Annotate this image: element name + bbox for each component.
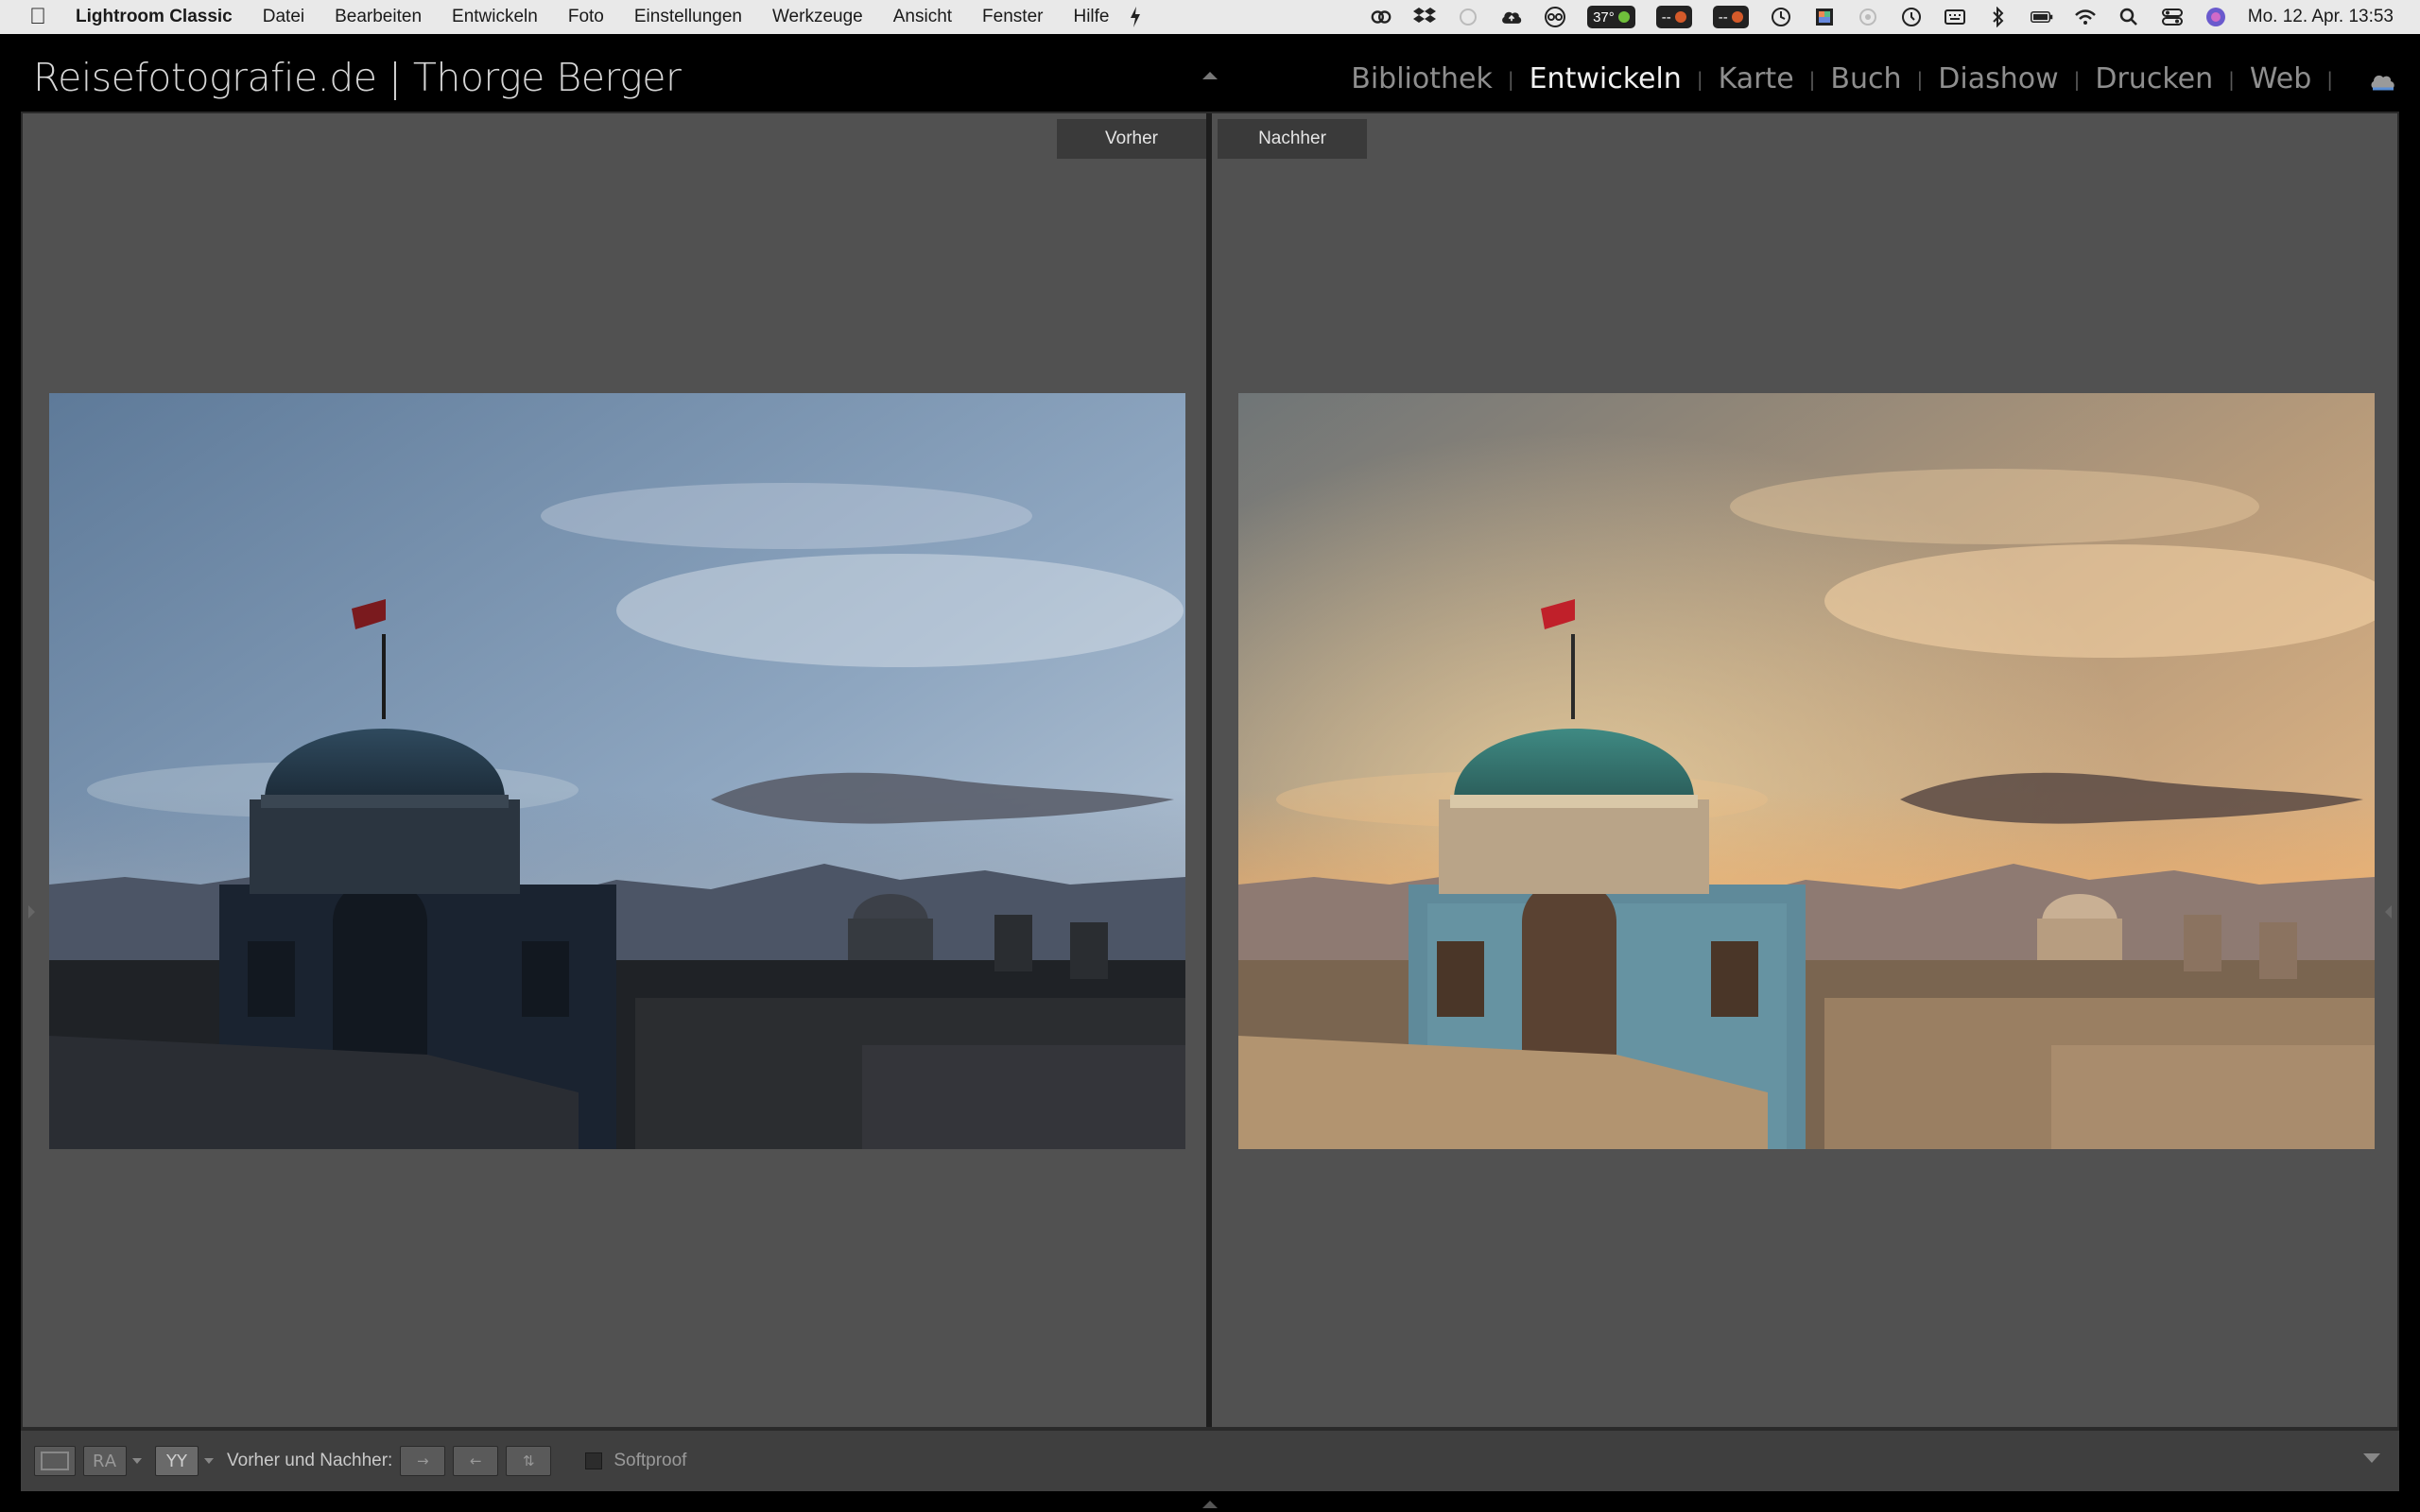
module-separator: |	[1696, 67, 1703, 91]
temperature-value: 37°	[1593, 9, 1615, 26]
module-separator: |	[2073, 67, 2081, 91]
module-library[interactable]: Bibliothek	[1343, 62, 1500, 95]
time-machine-icon[interactable]	[1900, 6, 1923, 28]
module-print[interactable]: Drucken	[2087, 62, 2221, 95]
loupe-view-button[interactable]	[34, 1446, 76, 1476]
menubar-clock[interactable]: Mo. 12. Apr. 13:53	[2248, 7, 2394, 27]
identity-plate: Reisefotografie.de | Thorge Berger	[33, 55, 682, 100]
status-area: 37° -- -- Mo. 12. Apr. 13:53	[1370, 6, 2420, 28]
status-dot-icon	[1731, 11, 1743, 23]
temperature-widget[interactable]: 37°	[1587, 6, 1635, 28]
wifi-icon[interactable]	[2074, 6, 2097, 28]
creative-cloud-icon[interactable]	[1370, 6, 1392, 28]
monitor-widget-a[interactable]: --	[1655, 6, 1692, 28]
battery-icon[interactable]	[2030, 6, 2053, 28]
right-panel-collapse-arrow-icon[interactable]	[2385, 905, 2392, 919]
faded-status-icon[interactable]	[1457, 6, 1479, 28]
module-separator: |	[1507, 67, 1514, 91]
status-dot-icon	[1617, 11, 1630, 23]
module-separator: |	[2326, 67, 2333, 91]
module-develop[interactable]: Entwickeln	[1522, 62, 1689, 95]
siri-icon[interactable]	[2204, 6, 2227, 28]
copy-before-to-after-button[interactable]: ←	[453, 1446, 499, 1476]
module-picker: Bibliothek | Entwickeln | Karte | Buch |…	[1343, 62, 2341, 95]
before-after-split-button[interactable]: YY	[155, 1446, 199, 1476]
before-after-left-right-button[interactable]: RA	[83, 1446, 127, 1476]
menu-fenster[interactable]: Fenster	[967, 7, 1058, 27]
before-after-view: Vorher Nachher	[21, 112, 2399, 1429]
before-after-label: Vorher und Nachher:	[227, 1451, 393, 1470]
module-separator: |	[1808, 67, 1816, 91]
menu-werkzeuge[interactable]: Werkzeuge	[757, 7, 878, 27]
module-book[interactable]: Buch	[1823, 62, 1909, 95]
top-panel-collapse-arrow-icon[interactable]	[1202, 72, 1218, 79]
toolbar-options-dropdown-icon[interactable]	[2363, 1453, 2380, 1463]
menu-ansicht[interactable]: Ansicht	[878, 7, 967, 27]
module-web[interactable]: Web	[2242, 62, 2319, 95]
monitor-value-b: --	[1718, 9, 1728, 26]
view-mode-dropdown-icon[interactable]	[132, 1458, 142, 1464]
script-icon[interactable]	[1124, 6, 1147, 28]
left-panel-collapse-arrow-icon[interactable]	[28, 905, 35, 919]
after-photo[interactable]	[1238, 393, 2375, 1149]
cloud-sync-icon[interactable]	[2369, 70, 2397, 93]
control-center-icon[interactable]	[2161, 6, 2184, 28]
cloud-upload-icon[interactable]	[1500, 6, 1523, 28]
softproof-label[interactable]: Softproof	[614, 1451, 686, 1471]
before-photo[interactable]	[49, 393, 1185, 1149]
glasses-icon[interactable]	[1544, 6, 1566, 28]
module-separator: |	[2228, 67, 2235, 91]
menu-app-name[interactable]: Lightroom Classic	[76, 7, 248, 27]
menu-foto[interactable]: Foto	[553, 7, 619, 27]
menu-einstellungen[interactable]: Einstellungen	[619, 7, 757, 27]
softproof-checkbox[interactable]	[585, 1452, 603, 1469]
after-label: Nachher	[1218, 119, 1367, 159]
dropbox-icon[interactable]	[1413, 6, 1437, 28]
menu-hilfe[interactable]: Hilfe	[1058, 7, 1124, 27]
split-mode-dropdown-icon[interactable]	[204, 1458, 214, 1464]
status-dot-icon	[1674, 11, 1686, 23]
bottom-panel-collapse-arrow-icon[interactable]	[1202, 1501, 1218, 1508]
color-picker-icon[interactable]	[1813, 6, 1836, 28]
record-icon[interactable]	[1857, 6, 1879, 28]
lightroom-top-panel: Reisefotografie.de | Thorge Berger Bibli…	[0, 34, 2420, 112]
copy-after-to-before-button[interactable]: →	[400, 1446, 446, 1476]
develop-toolbar: RA YY Vorher und Nachher: → ← ⇅ Softproo…	[21, 1429, 2399, 1491]
monitor-widget-b[interactable]: --	[1712, 6, 1749, 28]
apple-menu-icon[interactable]: 	[0, 4, 76, 30]
compare-divider	[1206, 113, 1212, 1427]
bluetooth-icon[interactable]	[1987, 6, 2010, 28]
clock-icon[interactable]	[1770, 6, 1792, 28]
keyboard-icon[interactable]	[1944, 6, 1966, 28]
menu-entwickeln[interactable]: Entwickeln	[437, 7, 553, 27]
menu-datei[interactable]: Datei	[248, 7, 320, 27]
spotlight-search-icon[interactable]	[2118, 6, 2140, 28]
module-map[interactable]: Karte	[1711, 62, 1802, 95]
module-slideshow[interactable]: Diashow	[1930, 62, 2066, 95]
before-label: Vorher	[1057, 119, 1206, 159]
menu-bearbeiten[interactable]: Bearbeiten	[320, 7, 437, 27]
module-separator: |	[1916, 67, 1924, 91]
monitor-value-a: --	[1661, 9, 1671, 26]
macos-menu-bar:  Lightroom Classic Datei Bearbeiten Ent…	[0, 0, 2420, 34]
swap-before-after-button[interactable]: ⇅	[506, 1446, 552, 1476]
